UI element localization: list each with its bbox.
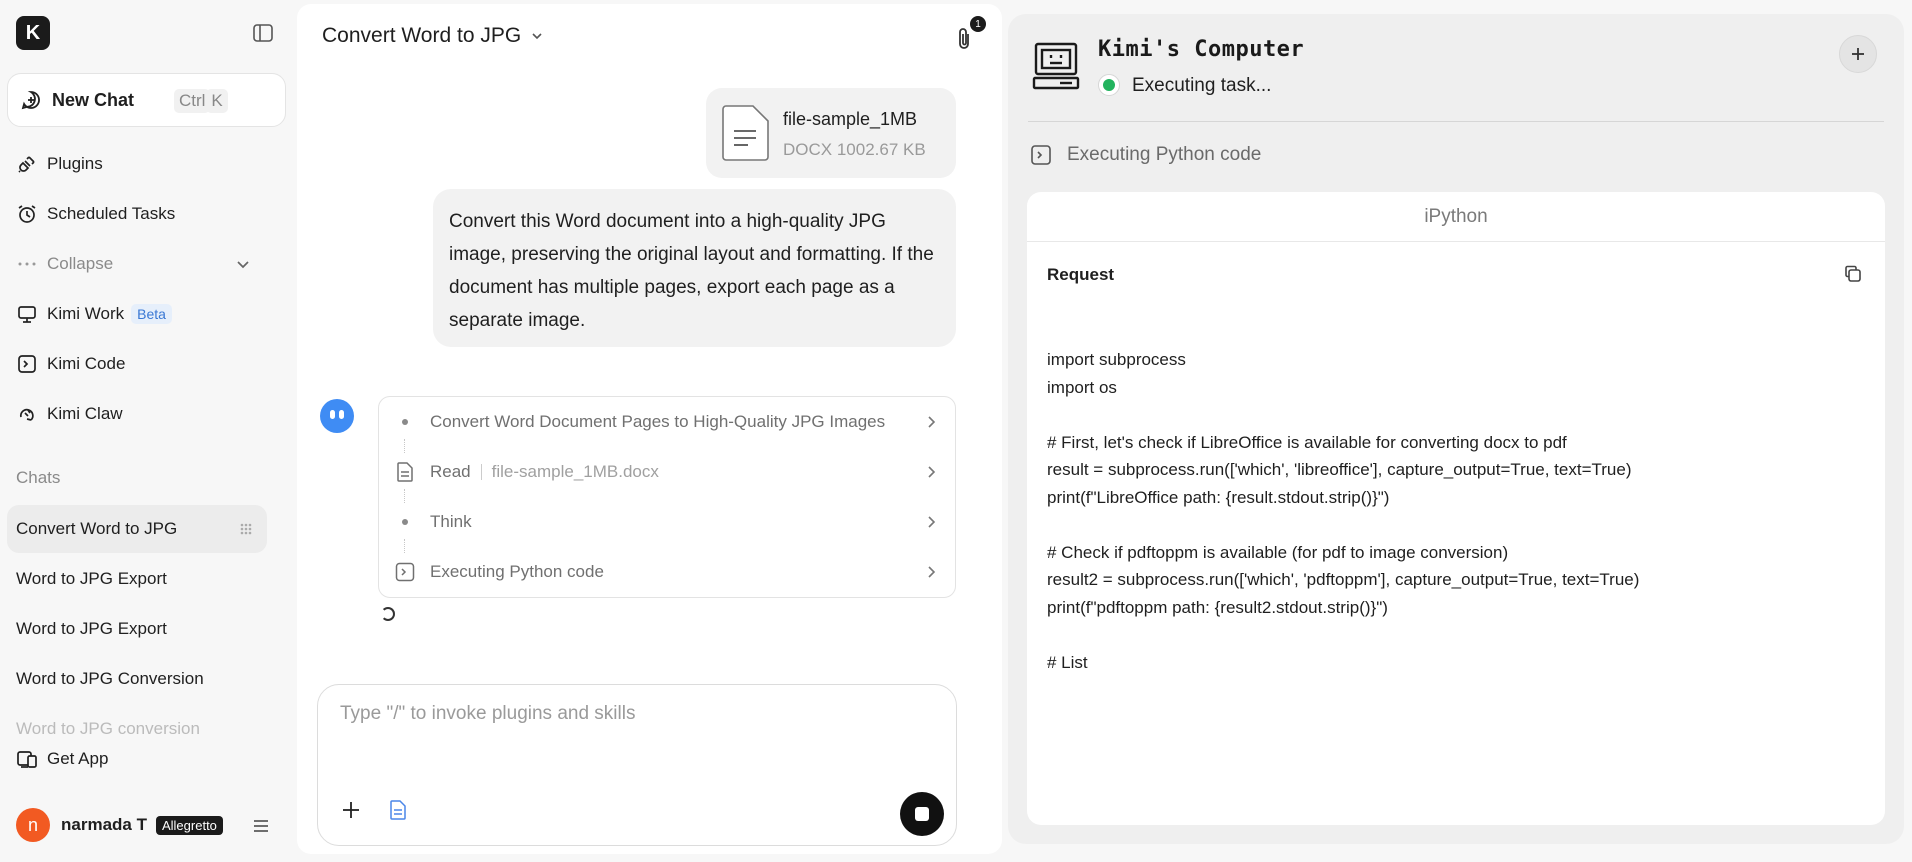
bullet-icon <box>395 512 415 532</box>
nav-scheduled-tasks[interactable]: Scheduled Tasks <box>16 196 175 232</box>
new-chat-label: New Chat <box>52 89 135 110</box>
sidebar-toggle-icon[interactable] <box>252 22 274 44</box>
chevron-down-icon <box>234 255 252 273</box>
nav-plugins-label: Plugins <box>47 154 103 173</box>
nav-collapse-label: Collapse <box>47 254 114 273</box>
ipython-header: iPython <box>1027 192 1885 242</box>
chevron-right-icon <box>925 514 937 530</box>
chevron-right-icon <box>925 564 937 580</box>
avatar-eye <box>339 410 344 419</box>
step-label: Executing Python code <box>430 562 604 581</box>
nav-kimi-claw-label: Kimi Claw <box>47 404 123 423</box>
nav-scheduled-label: Scheduled Tasks <box>47 204 176 223</box>
alarm-clock-icon <box>16 203 38 225</box>
step-read[interactable]: Read file-sample_1MB.docx <box>379 447 957 497</box>
document-icon <box>720 104 770 162</box>
file-name: file-sample_1MB <box>783 109 918 129</box>
status-indicator <box>1098 74 1120 96</box>
current-action: Executing Python code <box>1030 144 1261 166</box>
computer-title: Kimi's Computer <box>1098 37 1305 62</box>
copy-icon[interactable] <box>1843 264 1863 284</box>
bullet-icon <box>395 412 415 432</box>
get-app-link[interactable]: Get App <box>16 748 108 770</box>
drag-handle-icon[interactable] <box>239 522 253 536</box>
more-dots-icon <box>16 253 38 275</box>
chat-item[interactable]: Word to JPG Export <box>16 611 167 647</box>
request-label: Request <box>1047 265 1115 284</box>
monitor-icon <box>16 303 38 325</box>
app-window: K New Chat Ctrl K Plugins Scheduled Task… <box>0 0 1912 862</box>
task-steps-card: Convert Word Document Pages to High-Qual… <box>378 396 956 598</box>
new-chat-button[interactable]: New Chat Ctrl K <box>7 73 286 127</box>
nav-kimi-work[interactable]: Kimi Work Beta <box>16 296 172 332</box>
add-attachment-button[interactable] <box>340 799 362 821</box>
ipython-panel: iPython Request import subprocess import… <box>1027 192 1885 825</box>
chevron-right-icon <box>925 464 937 480</box>
stop-icon <box>915 807 929 821</box>
separator <box>480 464 482 480</box>
document-icon[interactable] <box>388 799 408 821</box>
plan-badge: Allegretto <box>155 815 223 835</box>
nav-kimi-claw[interactable]: Kimi Claw <box>16 396 123 432</box>
nav-collapse[interactable]: Collapse <box>16 246 256 282</box>
message-input[interactable] <box>340 703 920 725</box>
beta-badge: Beta <box>131 304 172 324</box>
status-text: Executing task... <box>1132 75 1272 96</box>
plug-icon <box>16 153 38 175</box>
attachment-count-badge: 1 <box>970 16 986 32</box>
chat-title-dropdown[interactable]: Convert Word to JPG <box>322 24 545 48</box>
step-execute[interactable]: Executing Python code <box>379 547 957 597</box>
new-chat-icon <box>20 89 42 111</box>
shortcut-ctrl: Ctrl <box>174 89 211 113</box>
chat-item-active[interactable]: Convert Word to JPG <box>7 505 267 553</box>
chats-section-label: Chats <box>16 468 61 487</box>
nav-kimi-code[interactable]: Kimi Code <box>16 346 125 382</box>
chevron-right-icon <box>925 414 937 430</box>
add-button[interactable] <box>1839 35 1877 73</box>
code-block: import subprocess import os # First, let… <box>1047 350 1640 672</box>
divider <box>1028 121 1884 122</box>
terminal-icon <box>395 562 415 582</box>
step-meta: file-sample_1MB.docx <box>491 462 659 481</box>
nav-plugins[interactable]: Plugins <box>16 146 103 182</box>
message-composer <box>317 684 957 846</box>
chat-panel: Convert Word to JPG 1 file-sample_1MB DO… <box>297 4 1002 854</box>
step-label: Think <box>430 512 472 531</box>
chat-item[interactable]: Word to JPG Conversion <box>16 661 204 697</box>
file-meta: DOCX 1002.67 KB <box>783 140 926 159</box>
menu-icon[interactable] <box>250 815 272 837</box>
chat-item[interactable]: Word to JPG conversion <box>16 711 200 747</box>
sidebar: K New Chat Ctrl K Plugins Scheduled Task… <box>0 0 292 862</box>
chat-item[interactable]: Word to JPG Export <box>16 561 167 597</box>
nav-kimi-code-label: Kimi Code <box>47 354 126 373</box>
chevron-down-icon <box>529 28 545 44</box>
step-think[interactable]: Think <box>379 497 957 547</box>
user-profile[interactable]: n narmada T Allegretto <box>16 808 223 842</box>
avatar: n <box>16 808 50 842</box>
get-app-label: Get App <box>47 749 109 768</box>
shortcut-k: K <box>206 89 228 113</box>
nav-kimi-work-label: Kimi Work <box>47 304 125 323</box>
kimi-logo[interactable]: K <box>16 16 50 50</box>
user-name: narmada T <box>61 815 147 834</box>
chat-title: Convert Word to JPG <box>322 24 522 47</box>
file-icon <box>395 462 415 482</box>
step-label: Convert Word Document Pages to High-Qual… <box>430 412 886 431</box>
stop-generation-button[interactable] <box>900 792 944 836</box>
chat-item-label: Convert Word to JPG <box>16 519 178 538</box>
loading-spinner-icon <box>381 607 395 621</box>
computer-icon <box>1030 40 1082 92</box>
terminal-icon <box>1030 144 1052 166</box>
user-message-bubble: Convert this Word document into a high-q… <box>433 189 956 347</box>
terminal-icon <box>16 353 38 375</box>
devices-icon <box>16 748 38 770</box>
kimi-avatar <box>320 399 354 433</box>
step-plan[interactable]: Convert Word Document Pages to High-Qual… <box>379 397 957 447</box>
computer-panel: Kimi's Computer Executing task... Execut… <box>1008 14 1904 844</box>
avatar-eye <box>330 410 335 419</box>
claw-icon <box>16 403 38 425</box>
file-attachment-card[interactable]: file-sample_1MB DOCX 1002.67 KB <box>706 88 956 178</box>
step-label: Read <box>430 462 471 481</box>
current-action-label: Executing Python code <box>1067 144 1262 165</box>
